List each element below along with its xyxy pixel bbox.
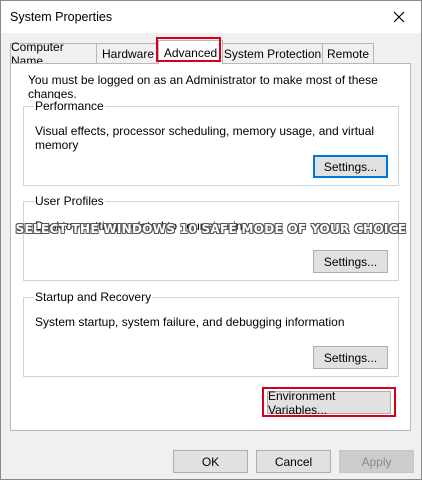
user-profiles-title: User Profiles [34,194,105,208]
tab-computer-name[interactable]: Computer Name [10,40,98,68]
performance-settings-button[interactable]: Settings... [313,155,388,178]
dialog-footer: OK Cancel Apply [1,441,421,479]
ok-button[interactable]: OK [173,450,248,473]
startup-recovery-group: Startup and Recovery System startup, sys… [23,290,399,377]
tab-label: Hardware [101,46,155,61]
window-title: System Properties [10,10,113,24]
user-profiles-settings-button[interactable]: Settings... [313,250,388,273]
user-profiles-group: User Profiles Desktop settings related t… [23,194,399,281]
startup-recovery-title: Startup and Recovery [34,290,153,304]
startup-recovery-description: System startup, system failure, and debu… [35,315,345,329]
tab-label: Advanced [163,45,218,60]
title-bar: System Properties [1,1,421,33]
admin-notice: You must be logged on as an Administrato… [28,73,378,101]
performance-description: Visual effects, processor scheduling, me… [35,124,375,152]
performance-group: Performance Visual effects, processor sc… [23,99,399,186]
tab-label: Remote [326,46,370,61]
startup-recovery-settings-button[interactable]: Settings... [313,346,388,369]
tab-system-protection[interactable]: System Protection [221,43,324,63]
environment-variables-button[interactable]: Environment Variables... [267,389,391,417]
performance-title: Performance [34,99,105,113]
close-icon [393,11,405,23]
close-button[interactable] [377,1,421,33]
tab-hardware[interactable]: Hardware [96,43,160,63]
tab-advanced[interactable]: Advanced [158,40,223,64]
cancel-button[interactable]: Cancel [256,450,331,473]
tab-remote[interactable]: Remote [322,43,374,63]
overlay-caption: SELECT THE WINDOWS 10 SAFE MODE OF YOUR … [15,222,407,236]
system-properties-window: System Properties Computer Name Hardware… [0,0,422,480]
advanced-tab-panel: You must be logged on as an Administrato… [10,63,411,431]
tab-label: System Protection [223,46,322,61]
apply-button[interactable]: Apply [339,450,414,473]
